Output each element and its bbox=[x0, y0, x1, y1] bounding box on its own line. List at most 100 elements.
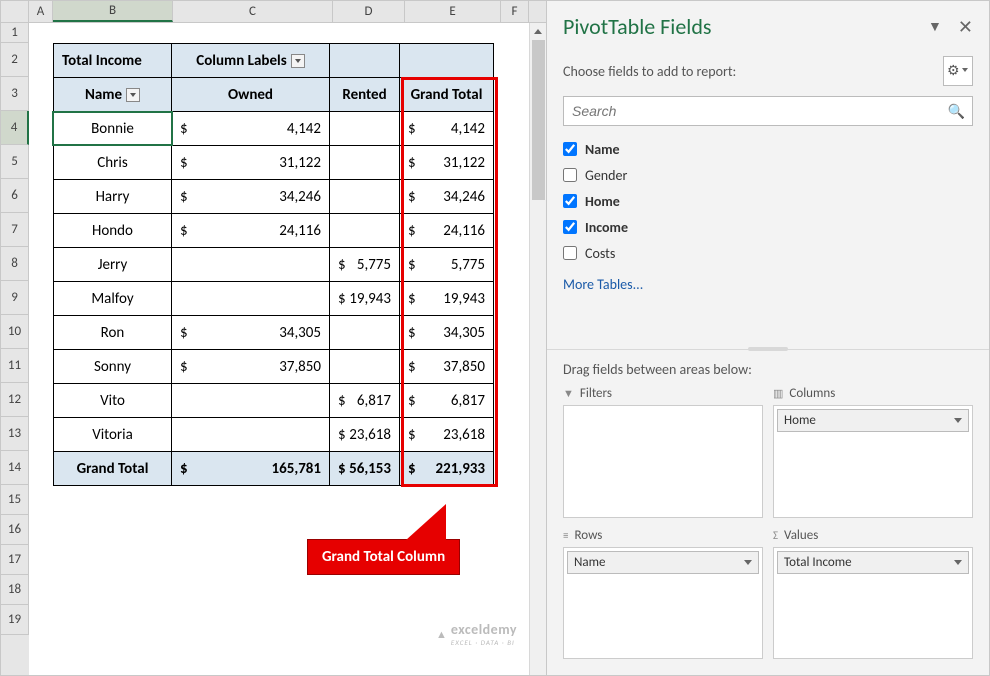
pivot-name-cell[interactable]: Vitoria bbox=[54, 418, 172, 452]
row-header-11[interactable]: 11 bbox=[1, 349, 29, 383]
grand-total-owned[interactable]: $165,781 bbox=[172, 452, 330, 486]
pivot-name-cell[interactable]: Ron bbox=[54, 316, 172, 350]
row-header-16[interactable]: 16 bbox=[1, 515, 29, 545]
pivot-total-cell[interactable]: $23,618 bbox=[400, 418, 494, 452]
row-header-7[interactable]: 7 bbox=[1, 213, 29, 247]
rows-list[interactable]: Name bbox=[563, 547, 763, 660]
pivot-rented-cell[interactable]: $19,943 bbox=[330, 282, 400, 316]
more-tables-link[interactable]: More Tables... bbox=[563, 276, 973, 293]
pivot-name-cell[interactable]: Chris bbox=[54, 146, 172, 180]
select-all-corner[interactable] bbox=[1, 1, 29, 22]
scroll-up-icon[interactable] bbox=[530, 23, 546, 40]
pivot-total-cell[interactable]: $19,943 bbox=[400, 282, 494, 316]
pivot-rented-cell[interactable] bbox=[330, 316, 400, 350]
field-item-name[interactable]: Name bbox=[563, 136, 973, 162]
pivot-rented-cell[interactable]: $6,817 bbox=[330, 384, 400, 418]
col-header-A[interactable]: A bbox=[29, 1, 53, 22]
columns-list[interactable]: Home bbox=[773, 405, 973, 518]
gear-icon[interactable] bbox=[943, 56, 973, 86]
row-header-5[interactable]: 5 bbox=[1, 145, 29, 179]
pivot-owned-cell[interactable]: $37,850 bbox=[172, 350, 330, 384]
field-checkbox[interactable] bbox=[563, 220, 577, 234]
area-pill[interactable]: Name bbox=[567, 551, 759, 574]
vertical-scrollbar[interactable] bbox=[529, 23, 546, 675]
row-header-19[interactable]: 19 bbox=[1, 605, 29, 635]
pivot-owned-cell[interactable]: $31,122 bbox=[172, 146, 330, 180]
row-header-15[interactable]: 15 bbox=[1, 485, 29, 515]
pivot-total-cell[interactable]: $34,246 bbox=[400, 180, 494, 214]
pivot-col-owned[interactable]: Owned bbox=[172, 78, 330, 112]
pivot-owned-cell[interactable] bbox=[172, 248, 330, 282]
pane-divider[interactable] bbox=[547, 349, 989, 355]
col-header-D[interactable]: D bbox=[333, 1, 405, 22]
area-pill[interactable]: Total Income bbox=[777, 551, 969, 574]
area-pill[interactable]: Home bbox=[777, 409, 969, 432]
pivot-total-cell[interactable]: $24,116 bbox=[400, 214, 494, 248]
close-icon[interactable]: ✕ bbox=[958, 16, 973, 38]
scroll-thumb[interactable] bbox=[532, 40, 545, 200]
pivot-owned-cell[interactable] bbox=[172, 418, 330, 452]
pane-menu-icon[interactable]: ▼ bbox=[928, 18, 942, 35]
search-icon[interactable]: 🔍 bbox=[948, 103, 965, 120]
chevron-down-icon[interactable] bbox=[954, 418, 962, 423]
pivot-rented-cell[interactable] bbox=[330, 214, 400, 248]
values-area[interactable]: ΣValues Total Income bbox=[773, 528, 973, 660]
row-header-18[interactable]: 18 bbox=[1, 575, 29, 605]
row-header-14[interactable]: 14 bbox=[1, 451, 29, 485]
chevron-down-icon[interactable] bbox=[744, 560, 752, 565]
rows-area[interactable]: ≡Rows Name bbox=[563, 528, 763, 660]
row-header-4[interactable]: 4 bbox=[1, 111, 29, 145]
pivot-name-cell[interactable]: Sonny bbox=[54, 350, 172, 384]
row-header-17[interactable]: 17 bbox=[1, 545, 29, 575]
pivot-col-labels[interactable]: Column Labels bbox=[172, 44, 330, 78]
pivot-owned-cell[interactable]: $4,142 bbox=[172, 112, 330, 146]
pivot-row-header[interactable]: Name bbox=[54, 78, 172, 112]
grand-total-rented[interactable]: $56,153 bbox=[330, 452, 400, 486]
field-item-gender[interactable]: Gender bbox=[563, 162, 973, 188]
row-header-6[interactable]: 6 bbox=[1, 179, 29, 213]
pivot-owned-cell[interactable]: $34,246 bbox=[172, 180, 330, 214]
row-header-8[interactable]: 8 bbox=[1, 247, 29, 281]
row-header-3[interactable]: 3 bbox=[1, 77, 29, 111]
pivot-total-cell[interactable]: $4,142 bbox=[400, 112, 494, 146]
pivot-name-cell[interactable]: Vito bbox=[54, 384, 172, 418]
pivot-name-cell[interactable]: Hondo bbox=[54, 214, 172, 248]
pivot-rented-cell[interactable] bbox=[330, 350, 400, 384]
field-checkbox[interactable] bbox=[563, 142, 577, 156]
filters-list[interactable] bbox=[563, 405, 763, 518]
field-checkbox[interactable] bbox=[563, 194, 577, 208]
field-item-income[interactable]: Income bbox=[563, 214, 973, 240]
col-header-C[interactable]: C bbox=[173, 1, 333, 22]
dropdown-icon[interactable] bbox=[126, 88, 140, 102]
row-header-13[interactable]: 13 bbox=[1, 417, 29, 451]
grid[interactable]: Total Income Column Labels Name Owned bbox=[29, 23, 546, 675]
pivot-owned-cell[interactable]: $34,305 bbox=[172, 316, 330, 350]
field-checkbox[interactable] bbox=[563, 246, 577, 260]
pivot-name-cell[interactable]: Bonnie bbox=[54, 112, 172, 146]
chevron-down-icon[interactable] bbox=[954, 560, 962, 565]
pivot-owned-cell[interactable] bbox=[172, 282, 330, 316]
pivot-owned-cell[interactable] bbox=[172, 384, 330, 418]
pivot-rented-cell[interactable]: $5,775 bbox=[330, 248, 400, 282]
pivot-total-cell[interactable]: $5,775 bbox=[400, 248, 494, 282]
pivot-total-cell[interactable]: $31,122 bbox=[400, 146, 494, 180]
row-header-1[interactable]: 1 bbox=[1, 23, 29, 43]
pivot-total-cell[interactable]: $34,305 bbox=[400, 316, 494, 350]
pivot-col-grandtotal[interactable]: Grand Total bbox=[400, 78, 494, 112]
pivot-rented-cell[interactable] bbox=[330, 146, 400, 180]
pivot-col-rented[interactable]: Rented bbox=[330, 78, 400, 112]
field-item-costs[interactable]: Costs bbox=[563, 240, 973, 266]
pivot-rented-cell[interactable] bbox=[330, 180, 400, 214]
pivot-rented-cell[interactable]: $23,618 bbox=[330, 418, 400, 452]
col-header-F[interactable]: F bbox=[501, 1, 529, 22]
row-header-12[interactable]: 12 bbox=[1, 383, 29, 417]
pivot-total-cell[interactable]: $37,850 bbox=[400, 350, 494, 384]
values-list[interactable]: Total Income bbox=[773, 547, 973, 660]
pivot-owned-cell[interactable]: $24,116 bbox=[172, 214, 330, 248]
col-header-E[interactable]: E bbox=[405, 1, 501, 22]
pivot-rented-cell[interactable] bbox=[330, 112, 400, 146]
grand-total-total[interactable]: $221,933 bbox=[400, 452, 494, 486]
row-header-2[interactable]: 2 bbox=[1, 43, 29, 77]
field-item-home[interactable]: Home bbox=[563, 188, 973, 214]
pivot-name-cell[interactable]: Malfoy bbox=[54, 282, 172, 316]
